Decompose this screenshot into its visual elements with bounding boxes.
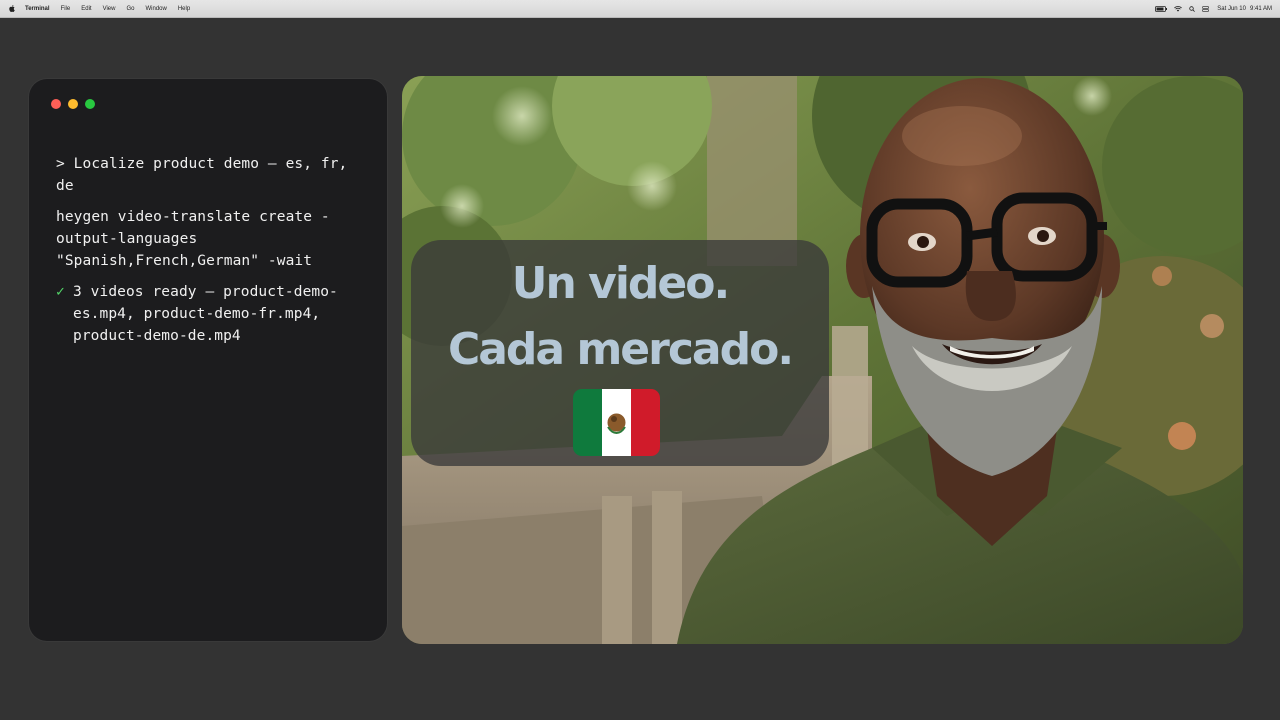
menu-view[interactable]: View [103, 6, 116, 12]
menu-file[interactable]: File [61, 6, 71, 12]
result-line: ✓ 3 videos ready — product-demo-es.mp4, … [56, 281, 356, 347]
menu-bar: Terminal File Edit View Go Window Help S… [0, 0, 1280, 18]
close-button[interactable] [51, 99, 61, 109]
app-menu: Terminal File Edit View Go Window Help [25, 6, 201, 12]
menu-window[interactable]: Window [146, 6, 167, 12]
caption-line-1: Un video. [511, 258, 730, 309]
status-area: Sat Jun 10 9:41 AM [1148, 6, 1272, 12]
caption-line-2: Cada mercado. [447, 324, 794, 375]
video-frame[interactable]: Un video. Cada mercado. [402, 76, 1243, 644]
menu-app-name[interactable]: Terminal [25, 6, 50, 12]
checkmark-icon: ✓ [56, 284, 65, 300]
menu-edit[interactable]: Edit [81, 6, 91, 12]
menu-go[interactable]: Go [126, 6, 134, 12]
mexico-flag-icon [573, 389, 660, 456]
zoom-button[interactable] [85, 99, 95, 109]
search-icon[interactable] [1189, 5, 1196, 12]
result-text: 3 videos ready — product-demo-es.mp4, pr… [73, 284, 338, 344]
battery-icon[interactable] [1155, 5, 1168, 12]
command-line: heygen video-translate create -output-la… [56, 209, 330, 269]
apple-icon[interactable] [9, 5, 15, 12]
minimize-button[interactable] [68, 99, 78, 109]
terminal-output[interactable]: > Localize product demo — es, fr, de hey… [56, 153, 356, 356]
menu-help[interactable]: Help [178, 6, 190, 12]
terminal-window[interactable]: > Localize product demo — es, fr, de hey… [29, 79, 387, 641]
prompt-line: > Localize product demo — es, fr, de [56, 156, 357, 194]
window-controls [51, 99, 102, 109]
menu-time[interactable]: 9:41 AM [1250, 6, 1272, 12]
control-center-icon[interactable] [1202, 5, 1210, 12]
wifi-icon[interactable] [1174, 5, 1183, 12]
menu-date[interactable]: Sat Jun 10 [1217, 6, 1246, 12]
